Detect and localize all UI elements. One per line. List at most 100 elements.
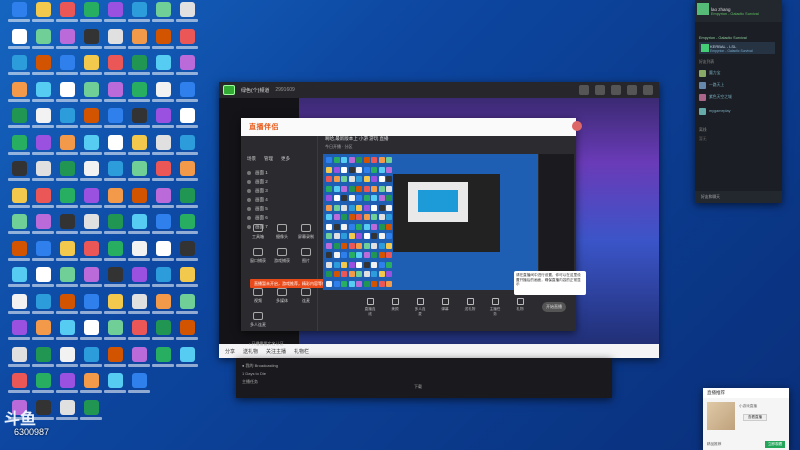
gift-bar-button[interactable]: 礼物栏 xyxy=(294,348,309,355)
desktop-icon[interactable] xyxy=(80,28,102,57)
desktop-icon[interactable] xyxy=(8,55,30,83)
desktop-icon[interactable] xyxy=(32,267,54,295)
gift-button[interactable]: 送礼物 xyxy=(243,348,258,355)
desktop-icon[interactable] xyxy=(152,320,174,348)
desktop-icon[interactable] xyxy=(176,108,198,136)
desktop-icon[interactable] xyxy=(32,214,54,242)
controller-icon[interactable] xyxy=(595,85,605,95)
desktop-icon[interactable] xyxy=(128,81,150,110)
desktop-icon[interactable] xyxy=(104,187,126,216)
desktop-icon[interactable] xyxy=(128,267,150,295)
desktop-icon[interactable] xyxy=(8,134,30,163)
download-label[interactable]: 下载 xyxy=(414,384,422,390)
eye-icon[interactable] xyxy=(247,197,251,202)
desktop-icon[interactable] xyxy=(80,55,102,83)
camera-button[interactable]: 摄像头 xyxy=(271,224,293,240)
game-capture-button[interactable]: 游戏捕获 xyxy=(271,248,293,264)
desktop-icon[interactable] xyxy=(176,187,198,216)
eye-icon[interactable] xyxy=(247,215,251,220)
desktop-icon[interactable] xyxy=(152,55,174,83)
desktop-icon[interactable] xyxy=(80,267,102,295)
friend-row[interactable]: 一路天上 xyxy=(699,80,777,90)
desktop-icon[interactable] xyxy=(128,161,150,189)
watch-now-button[interactable]: 立即观看 xyxy=(765,441,785,448)
eye-icon[interactable] xyxy=(247,179,251,184)
desktop-icon[interactable] xyxy=(32,161,54,189)
desktop-icon[interactable] xyxy=(104,108,126,136)
room-title[interactable]: 啊哈,最新版本上 小游 游玩 直播 xyxy=(325,136,389,142)
friends-window[interactable]: lao zhang Empyrion - Galactic Survival E… xyxy=(695,0,782,203)
menu-icon[interactable] xyxy=(611,85,621,95)
desktop-icon[interactable] xyxy=(176,2,198,30)
tab-scenes[interactable]: 场景 xyxy=(247,156,256,162)
desktop-icon[interactable] xyxy=(8,2,30,30)
desktop-icon[interactable] xyxy=(8,346,30,375)
desktop-icon[interactable] xyxy=(104,81,126,110)
promo-popup[interactable]: 直播推荐 小游戏直播 查看直播 精品推荐 立即观看 xyxy=(703,388,789,450)
desktop-icon[interactable] xyxy=(56,134,78,163)
friend-row[interactable]: 紫色天空之城 xyxy=(699,92,777,102)
desktop-icon[interactable] xyxy=(104,2,126,30)
desktop-icon[interactable] xyxy=(104,55,126,83)
mini-window[interactable]: ● 我的 Broadcasting 1 Days to Die 主播任务 下载 xyxy=(236,358,612,398)
desktop-icon[interactable] xyxy=(32,187,54,216)
preview-canvas[interactable] xyxy=(323,154,538,290)
desktop-icon[interactable] xyxy=(128,373,150,401)
desktop-icon[interactable] xyxy=(104,240,126,269)
desktop-icon[interactable] xyxy=(8,214,30,242)
friends-section-header[interactable]: 好友列表 xyxy=(699,60,714,65)
offline-section-header[interactable]: 离线 xyxy=(699,128,707,133)
desktop-icon[interactable] xyxy=(104,214,126,242)
desktop-icon[interactable] xyxy=(8,81,30,110)
desktop-icon[interactable] xyxy=(32,81,54,110)
mic-link-button[interactable]: 连麦 xyxy=(295,288,317,304)
desktop-icon[interactable] xyxy=(176,161,198,189)
multi-mic-button[interactable]: 多人连麦 xyxy=(247,312,269,328)
desktop-icon[interactable] xyxy=(80,293,102,322)
desktop-icon[interactable] xyxy=(176,320,198,348)
desktop-icon[interactable] xyxy=(8,187,30,216)
desktop-icon[interactable] xyxy=(80,81,102,110)
tab-manage[interactable]: 管理 xyxy=(264,156,273,162)
connect-button[interactable]: 直播连线 xyxy=(363,298,377,318)
avatar[interactable] xyxy=(572,121,582,131)
avatar[interactable] xyxy=(697,3,709,15)
desktop-icon[interactable] xyxy=(104,346,126,375)
desktop-icon[interactable] xyxy=(8,373,30,401)
desktop-icon[interactable] xyxy=(104,161,126,189)
scene-item[interactable]: 画面 1 xyxy=(247,168,317,177)
start-live-button[interactable]: 开始直播 xyxy=(542,302,566,312)
desktop-icon[interactable] xyxy=(56,55,78,83)
task-button[interactable]: 主播任务 xyxy=(488,298,502,318)
image-button[interactable]: 图片 xyxy=(295,248,317,264)
desktop-icon[interactable] xyxy=(176,81,198,110)
desktop-icon[interactable] xyxy=(176,55,198,83)
desktop-icon[interactable] xyxy=(32,320,54,348)
danmaku-button[interactable]: 弹幕 xyxy=(438,298,452,318)
desktop-icon[interactable] xyxy=(128,2,150,30)
friend-row[interactable]: 魔力宝 xyxy=(699,68,777,78)
desktop-icon[interactable] xyxy=(152,2,174,30)
desktop-icon[interactable] xyxy=(176,293,198,322)
desktop-icon[interactable] xyxy=(104,320,126,348)
present-button[interactable]: 礼物 xyxy=(513,298,527,318)
desktop-icon[interactable] xyxy=(176,267,198,295)
friends-footer[interactable]: 好友和聊天 xyxy=(695,191,782,203)
desktop-icon[interactable] xyxy=(80,214,102,242)
eye-icon[interactable] xyxy=(247,206,251,211)
desktop-icon[interactable] xyxy=(32,55,54,83)
desktop-icon[interactable] xyxy=(56,214,78,242)
desktop-icon[interactable] xyxy=(152,134,174,163)
desktop-icon[interactable] xyxy=(104,267,126,295)
desktop-icon[interactable] xyxy=(176,28,198,57)
follow-button[interactable]: 关注主播 xyxy=(266,348,286,355)
desktop-icon[interactable] xyxy=(128,55,150,83)
desktop-icon[interactable] xyxy=(80,2,102,30)
desktop-icon[interactable] xyxy=(80,320,102,348)
desktop-icon[interactable] xyxy=(128,240,150,269)
desktop-icon[interactable] xyxy=(32,28,54,57)
desktop-icon[interactable] xyxy=(152,346,174,375)
scene-item[interactable]: 画面 4 xyxy=(247,195,317,204)
desktop-icon[interactable] xyxy=(80,373,102,401)
scene-item[interactable]: 画面 5 xyxy=(247,204,317,213)
